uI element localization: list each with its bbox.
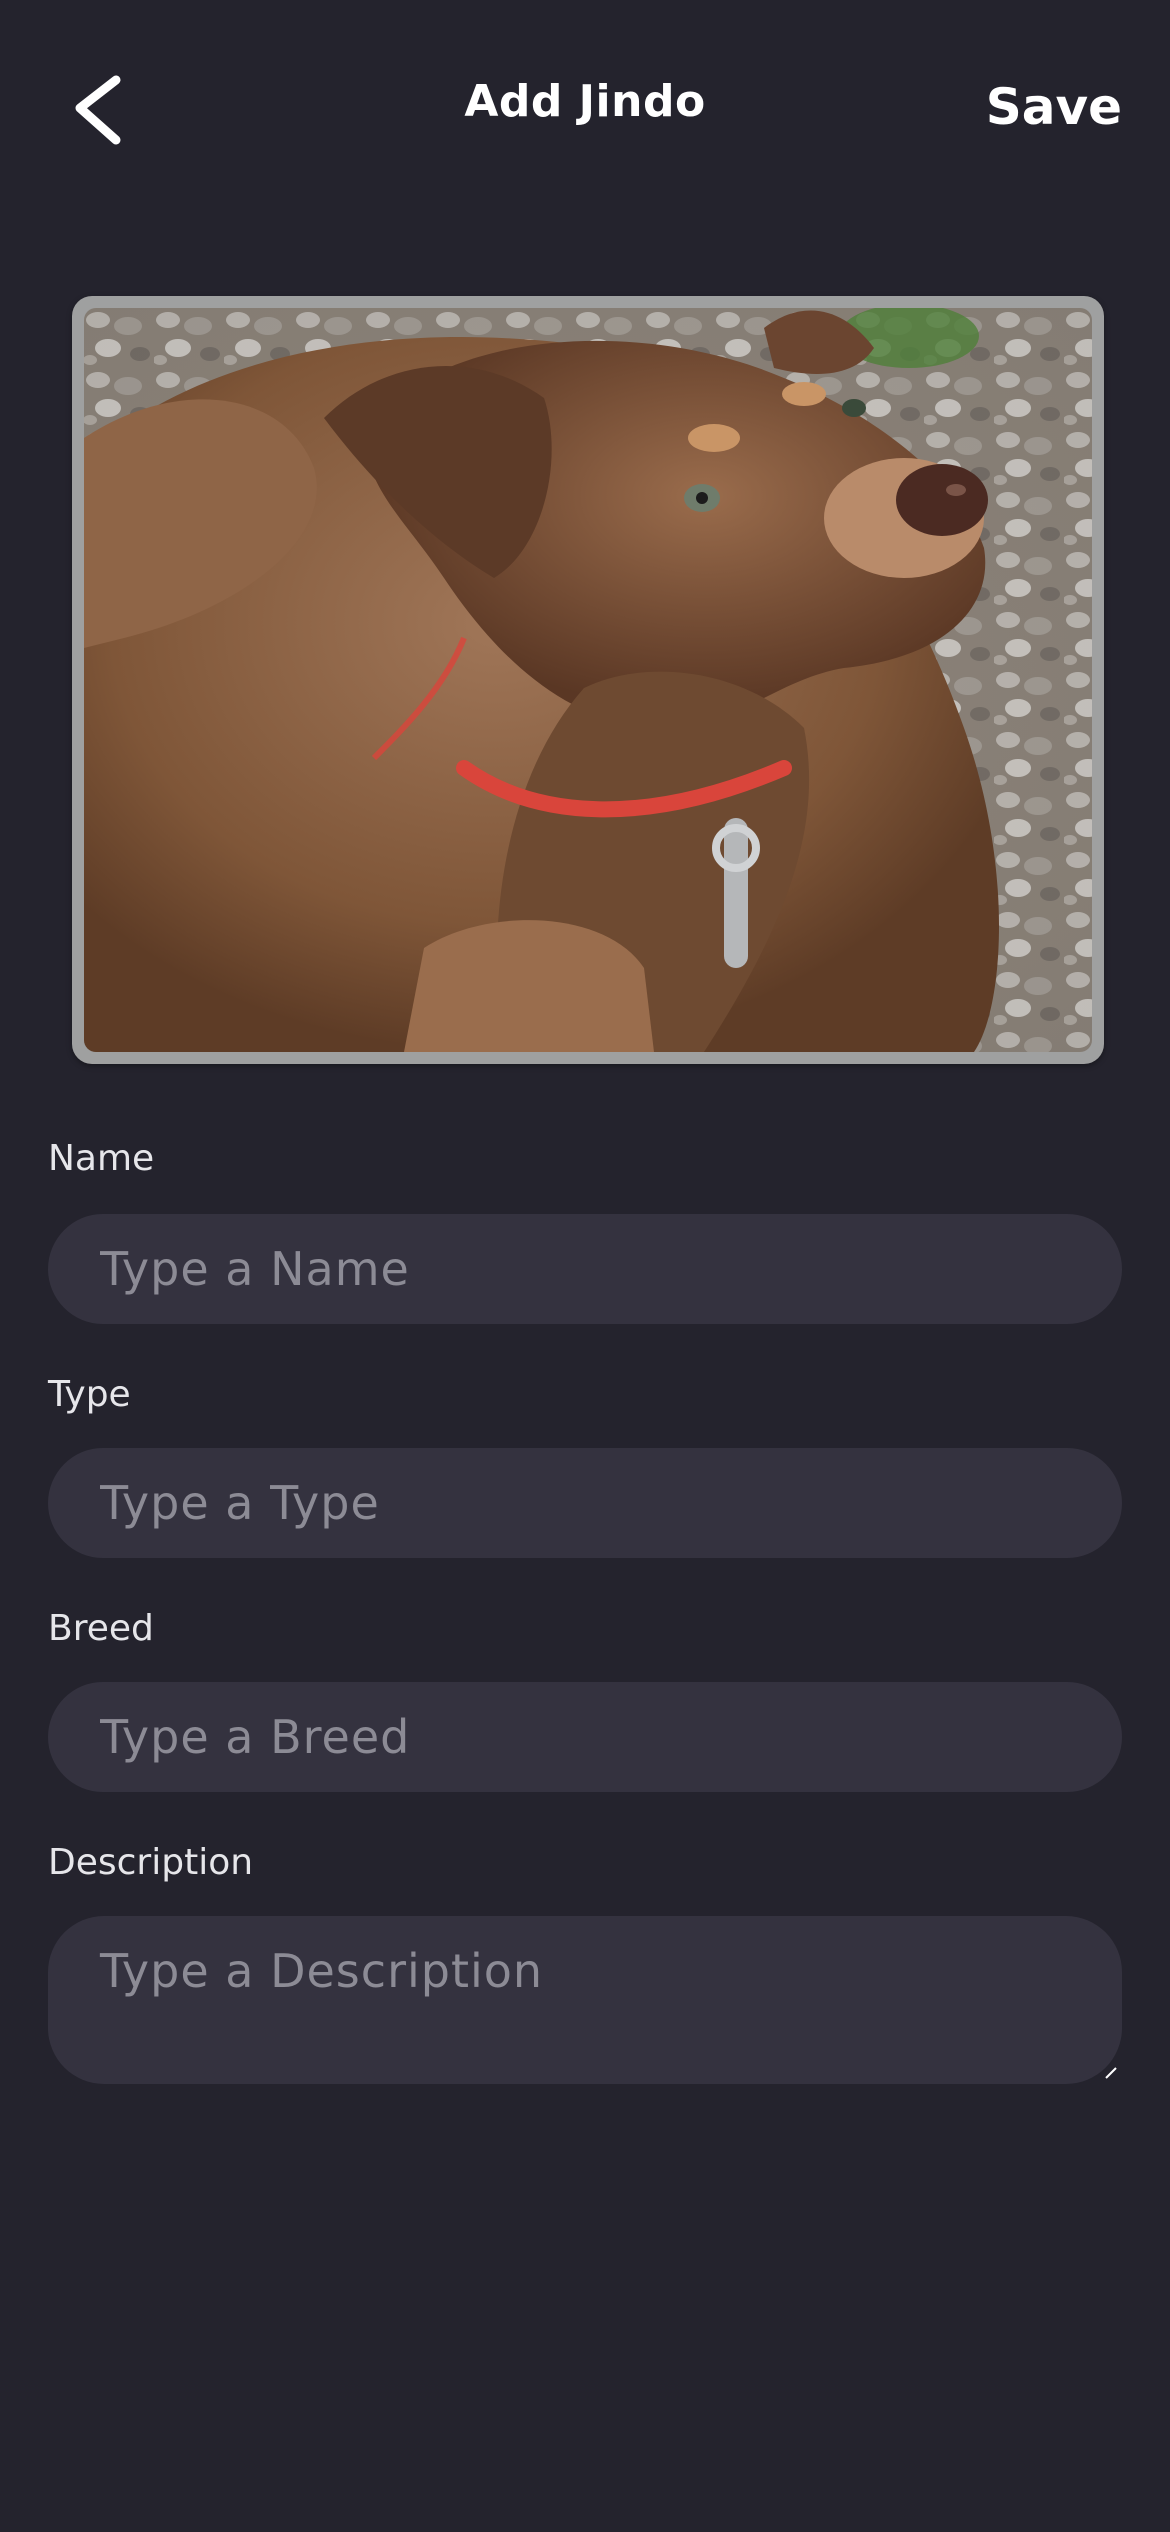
description-label: Description — [48, 1842, 254, 1883]
breed-label: Breed — [48, 1608, 154, 1649]
type-input[interactable] — [48, 1448, 1122, 1558]
pet-photo-frame[interactable] — [72, 296, 1104, 1064]
name-input[interactable] — [48, 1214, 1122, 1324]
breed-input[interactable] — [48, 1682, 1122, 1792]
resize-grip-icon[interactable] — [1104, 2066, 1118, 2080]
save-button[interactable]: Save — [986, 78, 1122, 136]
add-pet-screen: Add Jindo Save Name Type a Name Type Typ… — [0, 0, 1170, 2532]
name-label: Name — [48, 1138, 155, 1179]
pet-photo — [84, 308, 1092, 1052]
description-input[interactable] — [48, 1916, 1122, 2084]
type-label: Type — [48, 1374, 131, 1415]
